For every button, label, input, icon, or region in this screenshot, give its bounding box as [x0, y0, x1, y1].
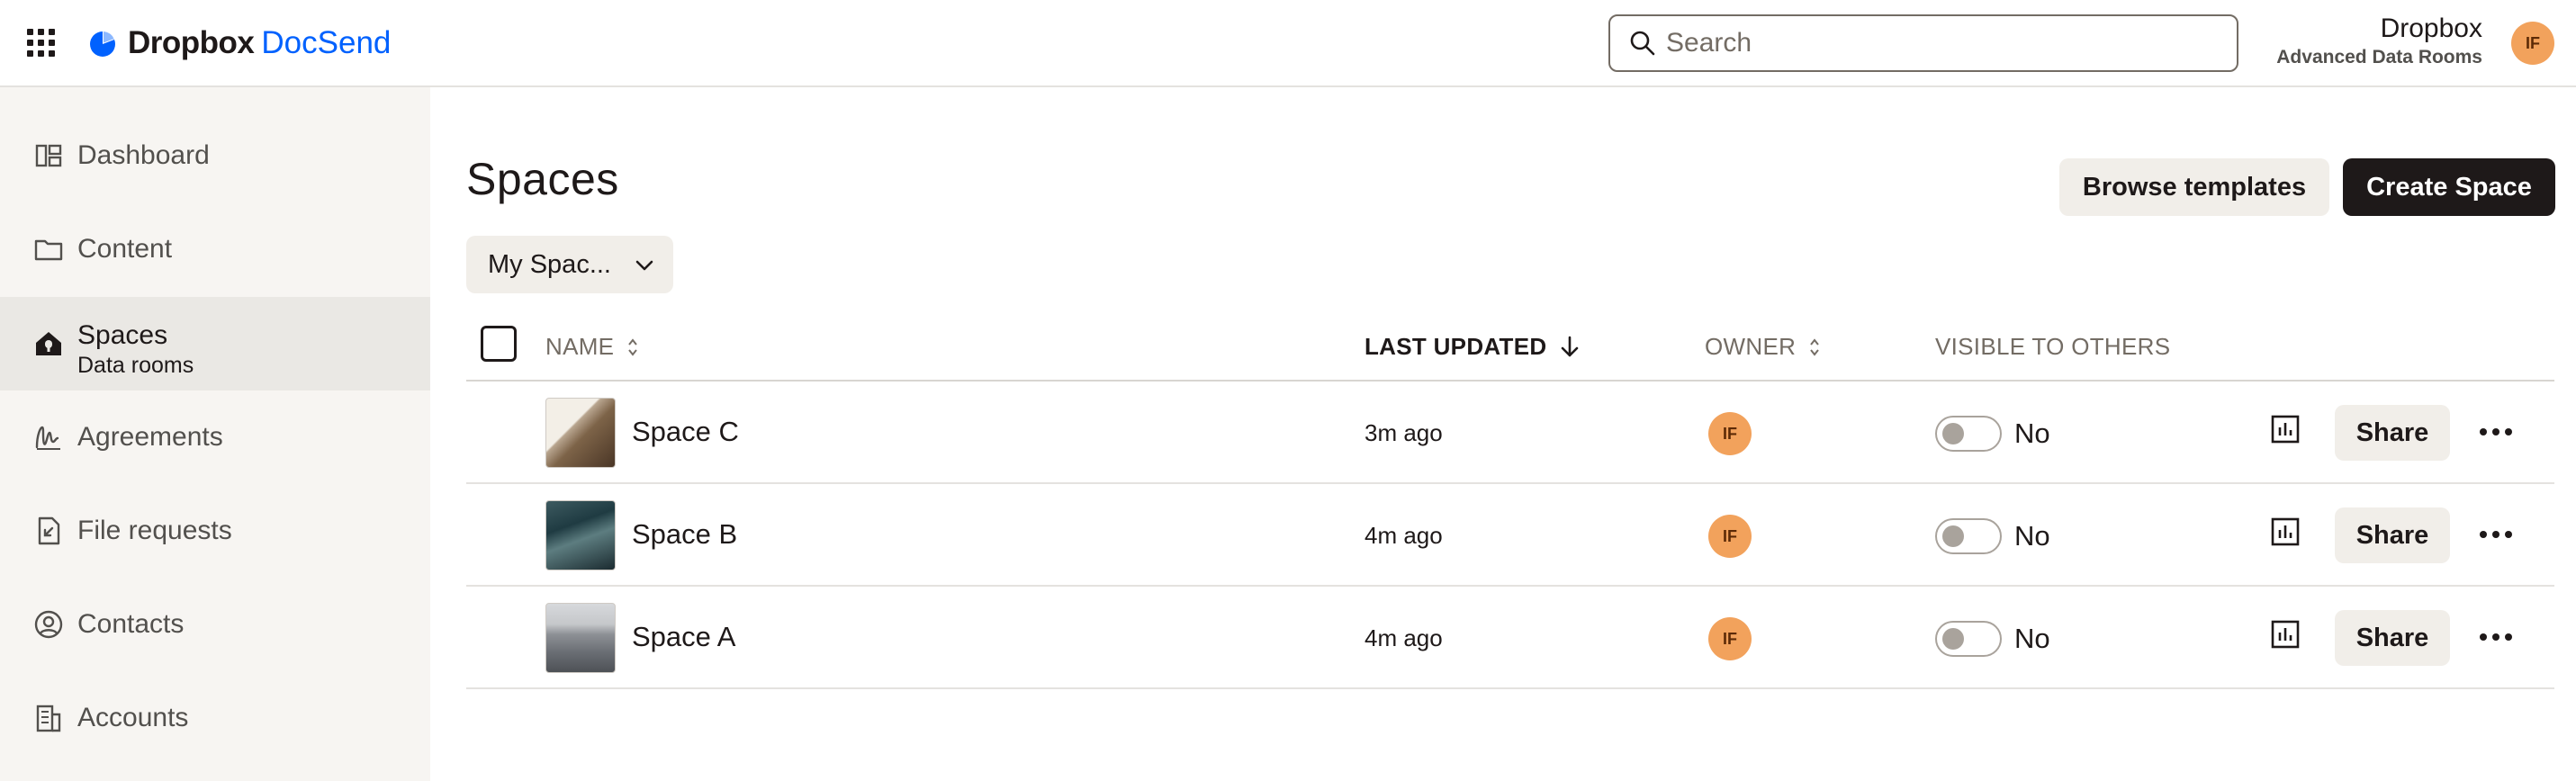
sidebar-item-agreements[interactable]: Agreements	[0, 390, 430, 484]
table-row[interactable]: Space B 4m ago IF No Share	[466, 484, 2554, 587]
space-thumbnail	[545, 603, 616, 673]
sidebar-item-label: Contacts	[77, 609, 185, 639]
more-options-icon[interactable]	[2475, 516, 2517, 552]
search-box[interactable]	[1608, 14, 2238, 72]
spaces-home-icon	[32, 328, 65, 360]
building-icon	[32, 702, 65, 734]
search-icon	[1630, 31, 1655, 56]
docsend-logo-icon	[90, 31, 115, 57]
column-header-name[interactable]: NAME	[545, 333, 639, 361]
create-space-button[interactable]: Create Space	[2343, 158, 2555, 216]
visible-toggle[interactable]	[1935, 518, 2002, 554]
toggle-knob	[1942, 525, 1964, 547]
browse-templates-button[interactable]: Browse templates	[2059, 158, 2329, 216]
column-header-owner[interactable]: OWNER	[1705, 333, 1821, 361]
column-header-label: OWNER	[1705, 333, 1797, 360]
table-header: NAME LAST UPDATED OWNER VISIBLE TO OTHER…	[466, 315, 2554, 382]
column-header-label: LAST UPDATED	[1365, 333, 1547, 360]
analytics-icon[interactable]	[2266, 615, 2304, 653]
sidebar-item-label: Content	[77, 234, 173, 264]
filter-selected-value: My Spac...	[488, 249, 611, 279]
contact-icon	[32, 608, 65, 641]
chevron-down-icon	[635, 260, 653, 271]
brand-product: DocSend	[261, 25, 392, 60]
owner-avatar: IF	[1708, 617, 1752, 660]
sidebar-item-label: Accounts	[77, 703, 189, 732]
sidebar-item-dashboard[interactable]: Dashboard	[0, 109, 430, 202]
column-header-label: VISIBLE TO OTHERS	[1935, 333, 2171, 360]
table-row[interactable]: Space A 4m ago IF No Share	[466, 587, 2554, 689]
space-name[interactable]: Space B	[632, 518, 737, 551]
search-input[interactable]	[1666, 28, 2206, 58]
spaces-filter-dropdown[interactable]: My Spac...	[466, 236, 673, 293]
sidebar-item-accounts[interactable]: Accounts	[0, 671, 430, 765]
analytics-icon[interactable]	[2266, 410, 2304, 448]
last-updated: 4m ago	[1365, 624, 1443, 651]
sidebar-item-label: File requests	[77, 516, 232, 545]
file-request-icon	[32, 515, 65, 547]
sidebar: Dashboard Content Spaces Data rooms Agre…	[0, 87, 430, 781]
sidebar-item-label: Agreements	[77, 422, 223, 452]
column-header-last-updated[interactable]: LAST UPDATED	[1365, 333, 1581, 361]
select-all-checkbox[interactable]	[481, 326, 517, 362]
account-plan: Advanced Data Rooms	[2276, 47, 2482, 67]
column-header-label: NAME	[545, 333, 615, 360]
sidebar-item-label: Spaces	[77, 320, 168, 350]
user-avatar[interactable]: IF	[2511, 22, 2554, 65]
sidebar-item-content[interactable]: Content	[0, 202, 430, 296]
last-updated: 4m ago	[1365, 522, 1443, 549]
column-header-visible: VISIBLE TO OTHERS	[1935, 333, 2170, 361]
visible-status: No	[2014, 520, 2050, 552]
page-title: Spaces	[466, 154, 619, 204]
space-thumbnail	[545, 398, 616, 468]
account-info[interactable]: Dropbox Advanced Data Rooms	[2276, 13, 2482, 70]
visible-toggle[interactable]	[1935, 621, 2002, 657]
sort-icon	[628, 337, 638, 356]
more-options-icon[interactable]	[2475, 414, 2517, 450]
table-row[interactable]: Space C 3m ago IF No Share	[466, 382, 2554, 484]
visible-status: No	[2014, 623, 2050, 654]
analytics-icon[interactable]	[2266, 513, 2304, 551]
more-options-icon[interactable]	[2475, 619, 2517, 655]
visible-toggle[interactable]	[1935, 416, 2002, 452]
owner-avatar: IF	[1708, 412, 1752, 455]
signature-icon	[32, 421, 65, 453]
account-name: Dropbox	[2380, 13, 2482, 43]
folder-icon	[32, 233, 65, 265]
toggle-knob	[1942, 423, 1964, 444]
brand-logo[interactable]: Dropbox DocSend	[88, 23, 391, 63]
arrow-down-icon	[1562, 336, 1579, 356]
sidebar-item-contacts[interactable]: Contacts	[0, 578, 430, 671]
brand-name: Dropbox	[128, 25, 255, 60]
share-button[interactable]: Share	[2335, 610, 2450, 666]
space-thumbnail	[545, 500, 616, 570]
space-name[interactable]: Space A	[632, 621, 735, 653]
sidebar-item-sublabel: Data rooms	[77, 353, 194, 378]
space-name[interactable]: Space C	[632, 416, 739, 448]
share-button[interactable]: Share	[2335, 507, 2450, 563]
visible-status: No	[2014, 417, 2050, 449]
app-grid-icon[interactable]	[27, 29, 56, 58]
dashboard-icon	[32, 139, 65, 172]
sort-icon	[1810, 337, 1819, 356]
owner-avatar: IF	[1708, 515, 1752, 558]
toggle-knob	[1942, 628, 1964, 650]
last-updated: 3m ago	[1365, 419, 1443, 446]
top-bar: Dropbox DocSend Dropbox Advanced Data Ro…	[0, 0, 2576, 87]
sidebar-item-spaces[interactable]: Spaces Data rooms	[0, 297, 430, 390]
sidebar-item-file-requests[interactable]: File requests	[0, 484, 430, 578]
sidebar-item-label: Dashboard	[77, 140, 210, 170]
share-button[interactable]: Share	[2335, 405, 2450, 461]
